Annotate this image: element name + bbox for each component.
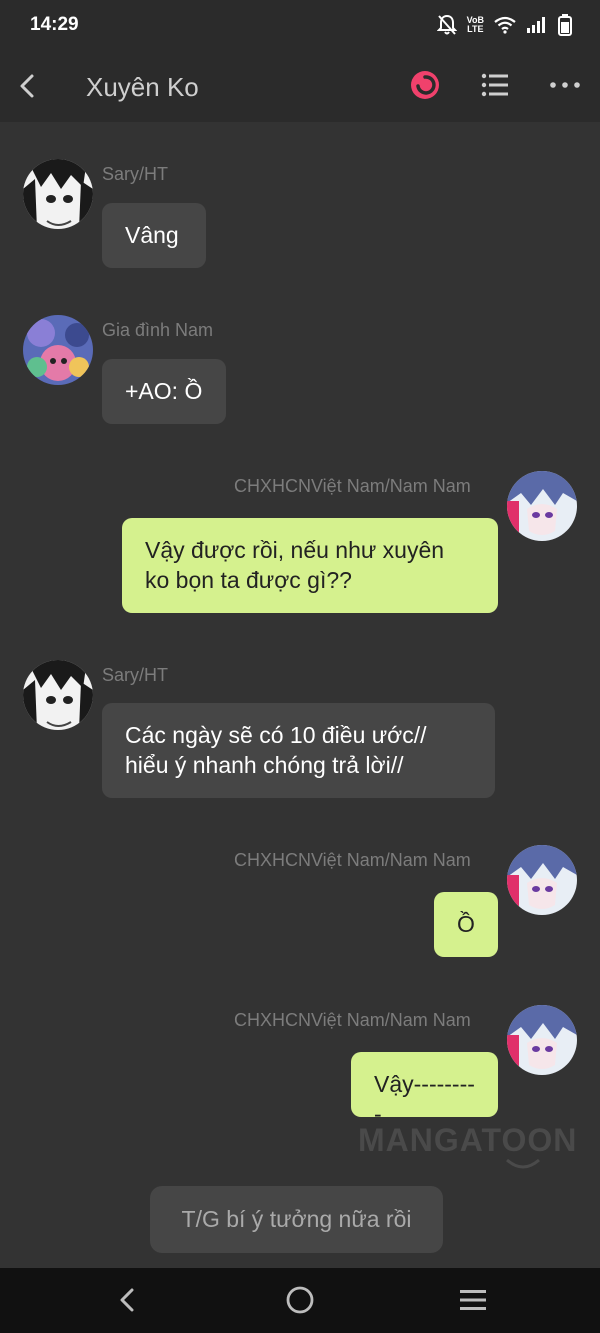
avatar[interactable]: [23, 660, 93, 730]
list-icon[interactable]: [480, 72, 510, 98]
status-bar: 14:29 VoB LTE: [0, 0, 600, 50]
volte-icon: VoB LTE: [467, 16, 484, 34]
narration-bubble[interactable]: T/G bí ý tưởng nữa rồi: [150, 1186, 443, 1253]
nav-recents-icon[interactable]: [458, 1288, 488, 1312]
sender-name: Sary/HT: [102, 665, 169, 685]
wifi-icon: [494, 16, 516, 34]
avatar[interactable]: [507, 1005, 577, 1075]
message-line: ko bọn ta được gì??: [145, 567, 352, 593]
watermark-logo: MANGATOON: [358, 1122, 578, 1158]
nav-home-icon[interactable]: [285, 1285, 315, 1315]
avatar[interactable]: [507, 845, 577, 915]
status-icons: VoB LTE: [436, 12, 572, 38]
message-bubble[interactable]: Vậy được rồi, nếu như xuyên ko bọn ta đư…: [122, 518, 498, 613]
more-options-icon[interactable]: [548, 72, 582, 98]
chat-title: Xuyên Ko: [86, 72, 199, 102]
status-time: 14:29: [30, 14, 79, 35]
message-line: Vậy được rồi, nếu như xuyên: [145, 537, 445, 563]
message-bubble[interactable]: Các ngày sẽ có 10 điều ước// hiểu ý nhan…: [102, 703, 495, 798]
avatar[interactable]: [507, 471, 577, 541]
message-bubble[interactable]: +AO: Ồ: [102, 359, 226, 424]
avatar[interactable]: [23, 159, 93, 229]
avatar[interactable]: [23, 315, 93, 385]
signal-icon: [527, 17, 545, 33]
system-nav-bar: [0, 1268, 600, 1333]
mute-bell-icon: [436, 14, 457, 35]
lte-label: LTE: [467, 24, 484, 34]
sender-name: CHXHCNViệt Nam/Nam Nam: [234, 476, 471, 496]
battery-icon: [558, 14, 572, 36]
message-bubble[interactable]: Vâng: [102, 203, 206, 268]
watermark-smile-icon: [506, 1158, 540, 1169]
message-bubble[interactable]: Vậy---------: [351, 1052, 498, 1127]
message-bubble[interactable]: Ồ: [434, 892, 498, 957]
record-icon[interactable]: [410, 70, 440, 100]
sender-name: CHXHCNViệt Nam/Nam Nam: [234, 850, 471, 870]
back-arrow-icon[interactable]: [14, 68, 44, 104]
message-line: Các ngày sẽ có 10 điều ước//: [125, 722, 427, 748]
sender-name: Sary/HT: [102, 164, 169, 184]
chat-header: Xuyên Ko: [0, 50, 600, 122]
sender-name: Gia đình Nam: [102, 320, 214, 340]
message-line: hiểu ý nhanh chóng trả lời//: [125, 752, 404, 778]
sender-name: CHXHCNViệt Nam/Nam Nam: [234, 1010, 471, 1030]
nav-back-icon[interactable]: [114, 1286, 140, 1314]
